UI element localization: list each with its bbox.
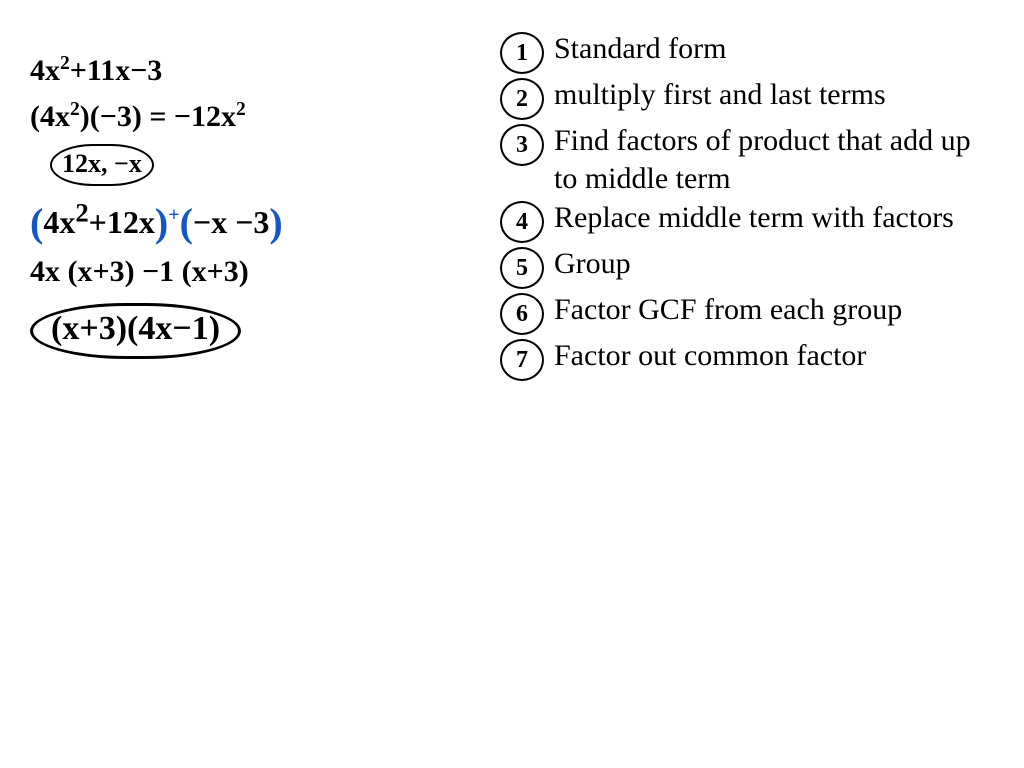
plus-mark-icon: + <box>168 204 179 226</box>
step-number: 2 <box>500 78 544 120</box>
step-row: 2 multiply first and last terms <box>500 76 1000 120</box>
text: 4x (x+3) −1 (x+3) <box>30 255 249 288</box>
text: −x −3 <box>193 204 269 240</box>
step-number: 5 <box>500 247 544 289</box>
expression-product: (4x2)(−3) = −12x2 <box>30 96 470 138</box>
paren-icon: ( <box>30 200 43 245</box>
step-text: Find factors of product that add up to m… <box>554 122 994 197</box>
expression-original: 4x2+11x−3 <box>30 50 470 92</box>
step-row: 5 Group <box>500 245 1000 289</box>
step-text: Factor GCF from each group <box>554 291 902 329</box>
step-row: 1 Standard form <box>500 30 1000 74</box>
text: (4x <box>30 100 70 133</box>
expression-grouped: 4x (x+3) −1 (x+3) <box>30 251 470 293</box>
paren-icon: ) <box>269 200 282 245</box>
step-text: Group <box>554 245 631 283</box>
worked-example: 4x2+11x−3 (4x2)(−3) = −12x2 12x, −x (4x2… <box>30 50 470 359</box>
step-row: 4 Replace middle term with factors <box>500 199 1000 243</box>
step-row: 3 Find factors of product that add up to… <box>500 122 1000 197</box>
factor-pair: 12x, −x <box>50 142 470 186</box>
paren-icon: ) <box>155 200 168 245</box>
step-text: multiply first and last terms <box>554 76 886 114</box>
step-text: Replace middle term with factors <box>554 199 954 237</box>
step-text: Standard form <box>554 30 726 68</box>
step-number: 1 <box>500 32 544 74</box>
step-text: Factor out common factor <box>554 337 866 375</box>
step-number: 3 <box>500 124 544 166</box>
step-number: 6 <box>500 293 544 335</box>
text: )(−3) = −12x <box>80 100 236 133</box>
text: 4x <box>43 204 75 240</box>
circled-answer: (x+3)(4x−1) <box>30 303 241 359</box>
text: 4x <box>30 54 60 87</box>
text: +12x <box>89 204 155 240</box>
circled-factors: 12x, −x <box>50 144 154 186</box>
handwritten-notes-page: 4x2+11x−3 (4x2)(−3) = −12x2 12x, −x (4x2… <box>0 0 1024 768</box>
step-row: 6 Factor GCF from each group <box>500 291 1000 335</box>
step-number: 4 <box>500 201 544 243</box>
steps-list: 1 Standard form 2 multiply first and las… <box>500 30 1000 383</box>
paren-icon: ( <box>180 200 193 245</box>
expression-split: (4x2+12x)+(−x −3) <box>30 196 470 243</box>
step-row: 7 Factor out common factor <box>500 337 1000 381</box>
step-number: 7 <box>500 339 544 381</box>
text: +11x−3 <box>70 54 163 87</box>
final-answer: (x+3)(4x−1) <box>30 297 470 359</box>
